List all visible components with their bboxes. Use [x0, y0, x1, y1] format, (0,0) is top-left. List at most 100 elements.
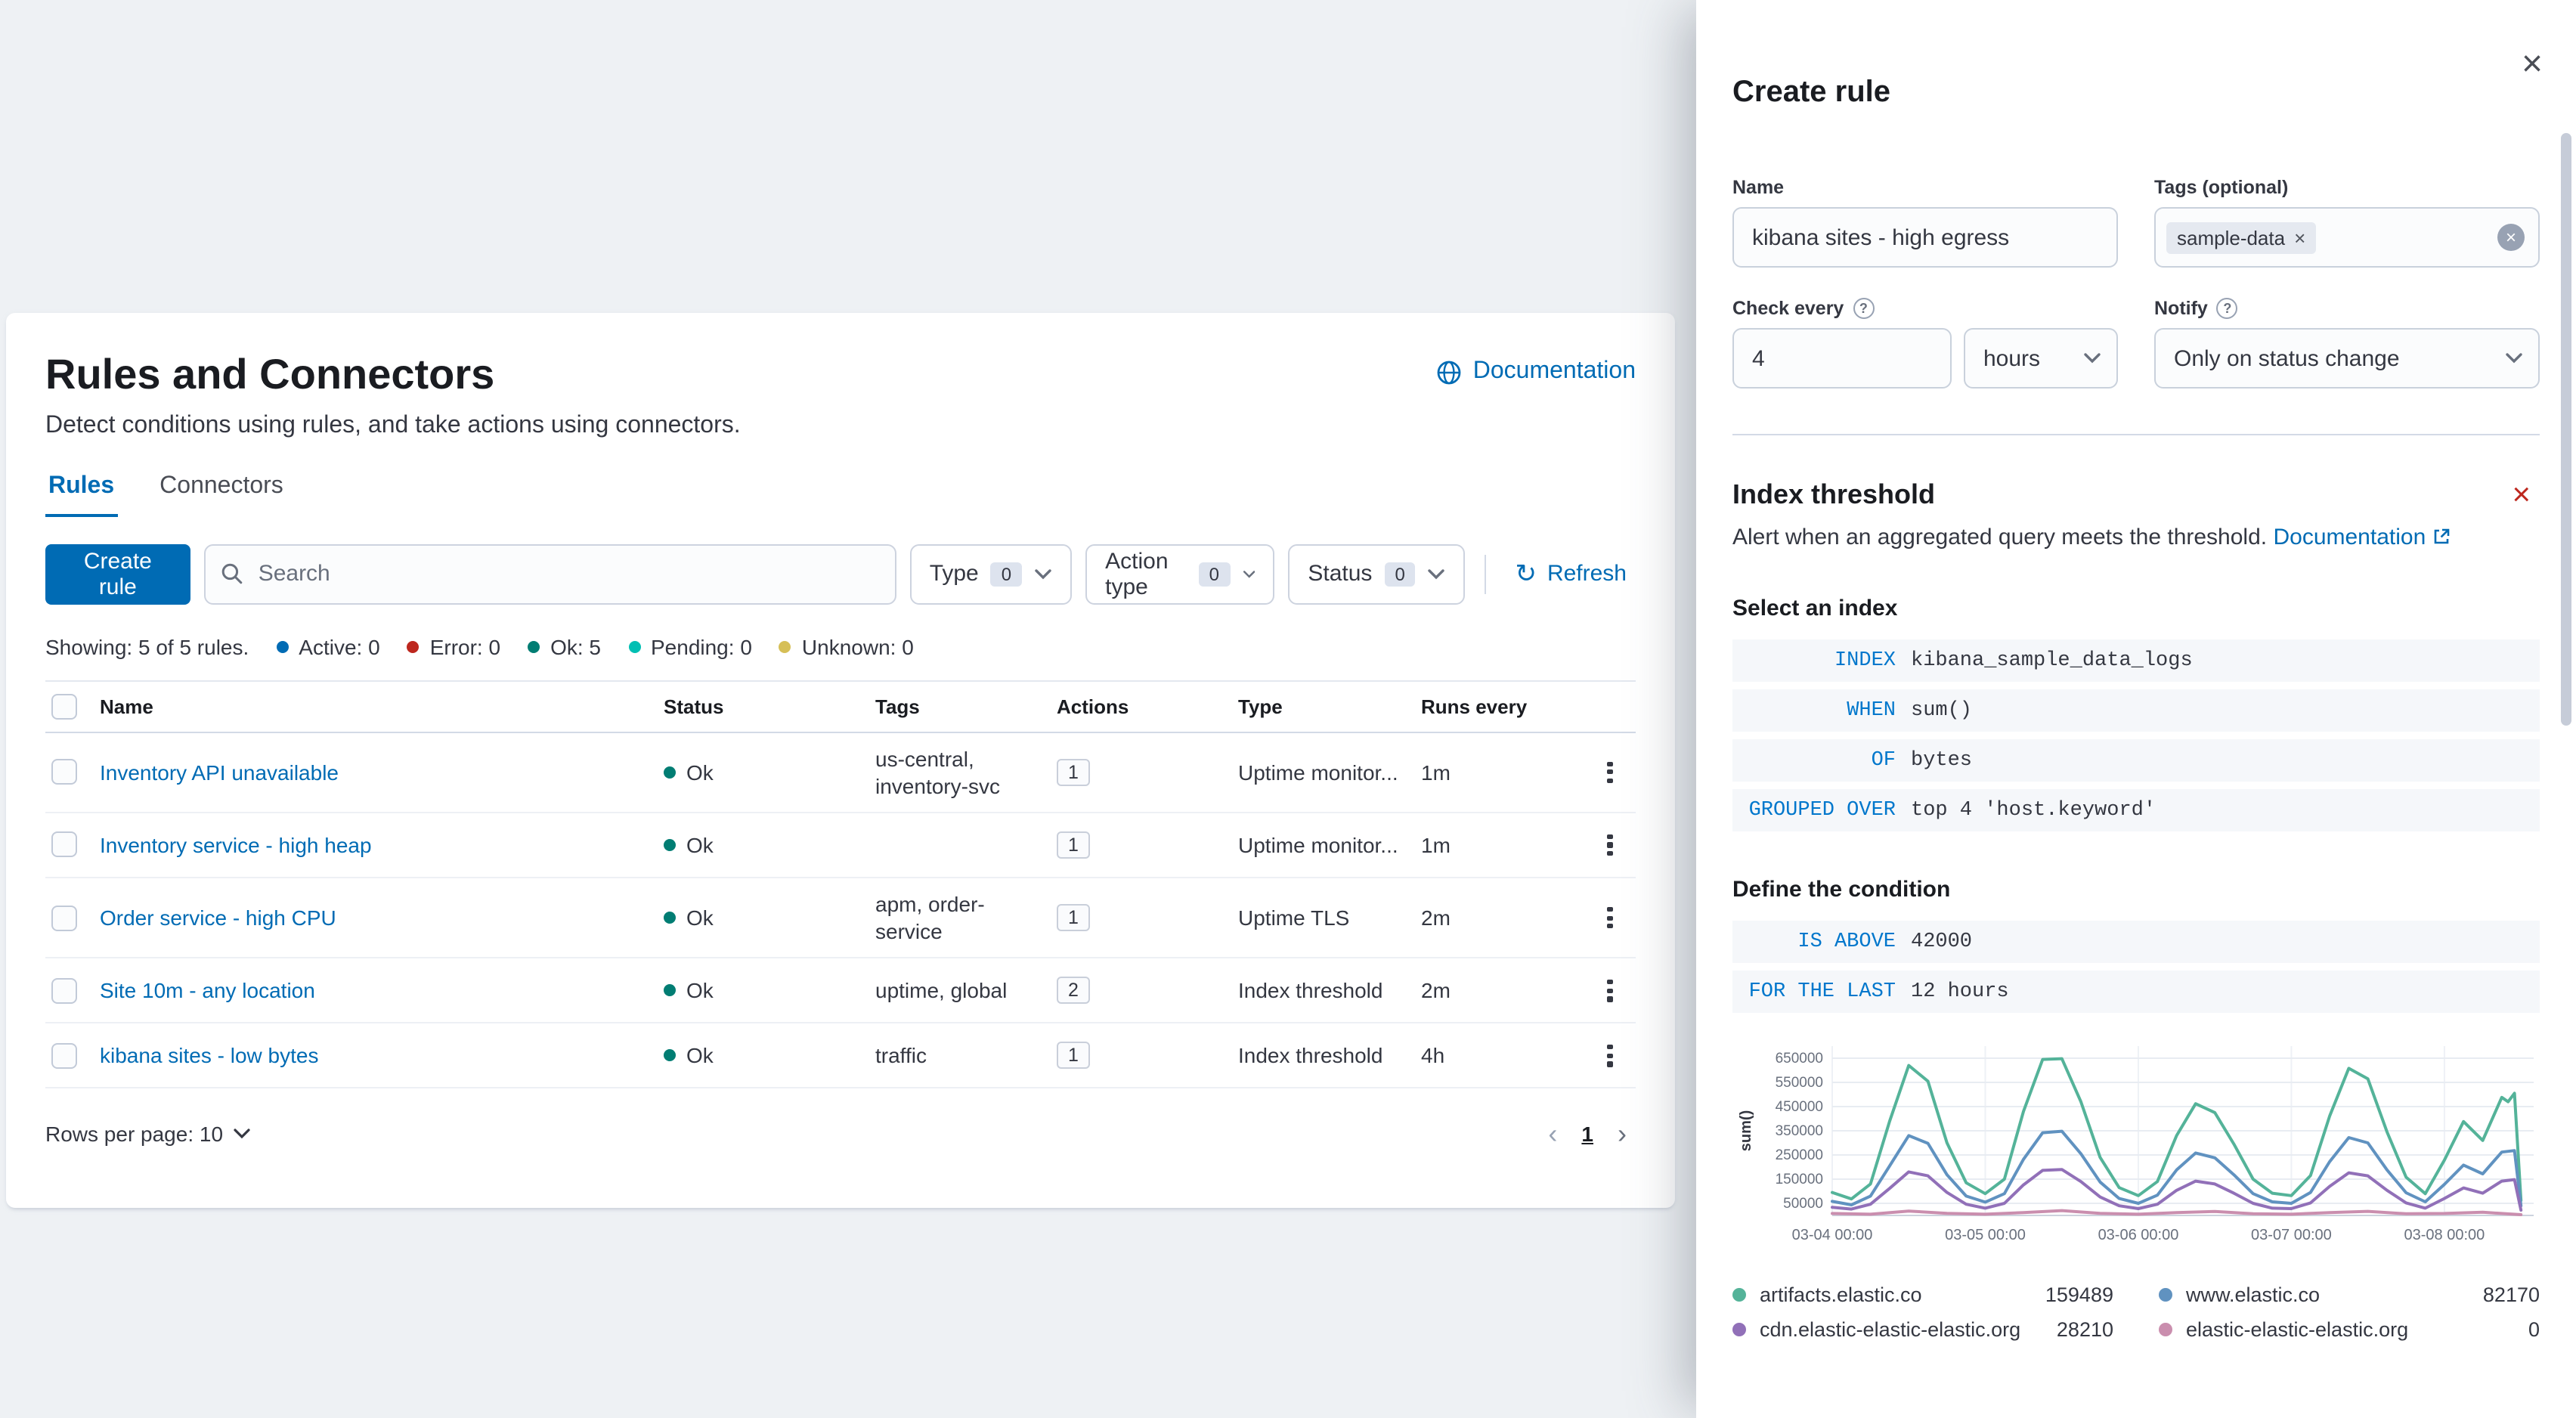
legend-dot [2159, 1323, 2172, 1336]
close-icon[interactable]: × [2513, 45, 2552, 85]
expression-value: sum() [1911, 699, 1973, 722]
filter-action-type[interactable]: Action type 0 [1085, 543, 1275, 605]
documentation-link[interactable]: Documentation [1437, 358, 1636, 385]
define-condition-heading: Define the condition [1732, 877, 1951, 903]
chevron-down-icon [1242, 570, 1255, 577]
condition-is-above[interactable]: IS ABOVE 42000 [1732, 921, 2540, 963]
row-checkbox[interactable] [51, 1042, 77, 1069]
table-row: Inventory API unavailable Ok us-central,… [45, 732, 1636, 813]
rule-status-text: Ok [686, 832, 714, 857]
create-rule-button[interactable]: Create rule [45, 543, 190, 605]
row-checkbox[interactable] [51, 905, 77, 931]
row-actions-kebab-icon[interactable] [1590, 971, 1630, 1011]
chevron-down-icon [1035, 568, 1051, 579]
rule-name-input[interactable] [1732, 207, 2118, 268]
row-checkbox[interactable] [51, 831, 77, 858]
chevron-down-icon [233, 1129, 249, 1139]
documentation-label: Documentation [1472, 358, 1636, 384]
rule-name-link[interactable]: Inventory API unavailable [100, 760, 339, 785]
rule-tags: traffic [875, 1043, 927, 1068]
next-page-icon[interactable]: › [1618, 1121, 1627, 1148]
rule-name-link[interactable]: Site 10m - any location [100, 979, 315, 1003]
condition-value: 42000 [1911, 930, 1973, 953]
check-every-label-text: Check every [1732, 298, 1844, 319]
expression-index[interactable]: INDEX kibana_sample_data_logs [1732, 639, 2540, 682]
page-subtitle: Detect conditions using rules, and take … [45, 412, 741, 438]
row-actions-kebab-icon[interactable] [1590, 753, 1630, 792]
chevron-down-icon [2506, 353, 2522, 364]
prev-page-icon[interactable]: ‹ [1548, 1121, 1557, 1148]
row-checkbox[interactable] [51, 759, 77, 785]
condition-for-the-last[interactable]: FOR THE LAST 12 hours [1732, 971, 2540, 1013]
row-actions-kebab-icon[interactable] [1590, 1036, 1630, 1076]
expression-when[interactable]: WHEN sum() [1732, 689, 2540, 732]
notify-select[interactable]: Only on status change [2154, 328, 2540, 389]
row-checkbox[interactable] [51, 977, 77, 1004]
pending-status-label: Pending: 0 [651, 634, 752, 659]
error-status-label: Error: 0 [429, 634, 501, 659]
expression-of[interactable]: OF bytes [1732, 739, 2540, 782]
actions-count-badge: 1 [1057, 831, 1090, 859]
rows-per-page-button[interactable]: Rows per page: 10 [45, 1122, 250, 1147]
rule-tags: uptime, global [875, 978, 1008, 1003]
tags-input[interactable]: sample-data × × [2154, 207, 2540, 268]
refresh-button[interactable]: ↻ Refresh [1506, 559, 1636, 588]
flyout-title: Create rule [1732, 76, 1890, 109]
help-icon[interactable]: ? [1853, 298, 1875, 319]
rows-per-page-label: Rows per page: 10 [45, 1122, 224, 1147]
expression-keyword: WHEN [1847, 699, 1896, 722]
external-link-icon [2434, 528, 2449, 544]
expression-keyword: OF [1871, 749, 1896, 772]
select-all-checkbox[interactable] [51, 693, 77, 720]
rules-table: Name Status Tags Actions Type Runs every… [45, 680, 1636, 1089]
rule-type: Uptime monitor... [1238, 760, 1398, 785]
col-header-runs-every: Runs every [1421, 695, 1528, 718]
status-pending: Pending: 0 [628, 634, 752, 658]
check-every-label: Check every ? [1732, 298, 2118, 319]
rule-type-documentation-link[interactable]: Documentation [2273, 525, 2426, 550]
chevron-down-icon [1429, 568, 1445, 579]
legend-item[interactable]: cdn.elastic-elastic-elastic.org 28210 [1732, 1318, 2113, 1341]
refresh-icon: ↻ [1515, 559, 1537, 589]
rule-name-link[interactable]: Inventory service - high heap [100, 833, 372, 857]
rule-runs-every: 2m [1421, 978, 1451, 1003]
notify-value: Only on status change [2174, 345, 2400, 371]
rule-name-link[interactable]: kibana sites - low bytes [100, 1044, 318, 1068]
rule-name-link[interactable]: Order service - high CPU [100, 906, 336, 930]
remove-rule-type-icon[interactable]: × [2503, 478, 2540, 512]
expression-grouped-over[interactable]: GROUPED OVER top 4 'host.keyword' [1732, 789, 2540, 831]
ok-status-dot [528, 640, 540, 653]
rule-type: Uptime TLS [1238, 906, 1350, 930]
name-field-group: Name [1732, 177, 2118, 268]
actions-count-badge: 2 [1057, 977, 1090, 1005]
tag-remove-icon[interactable]: × [2294, 226, 2305, 249]
table-row: kibana sites - low bytes Ok traffic 1 In… [45, 1024, 1636, 1089]
notify-label: Notify ? [2154, 298, 2540, 319]
tab-rules[interactable]: Rules [45, 463, 118, 517]
filter-type-count: 0 [990, 562, 1023, 587]
status-error: Error: 0 [407, 634, 500, 658]
check-every-value-input[interactable] [1732, 328, 1952, 389]
row-actions-kebab-icon[interactable] [1590, 898, 1630, 937]
legend-item[interactable]: www.elastic.co 82170 [2159, 1283, 2540, 1306]
legend-item[interactable]: artifacts.elastic.co 159489 [1732, 1283, 2113, 1306]
check-every-unit-select[interactable]: hours [1964, 328, 2118, 389]
active-status-label: Active: 0 [299, 634, 380, 659]
tab-connectors[interactable]: Connectors [156, 463, 286, 516]
filter-type[interactable]: Type 0 [909, 543, 1073, 605]
svg-text:550000: 550000 [1776, 1075, 1823, 1091]
rule-type: Index threshold [1238, 1043, 1383, 1068]
filter-status[interactable]: Status 0 [1288, 543, 1466, 605]
expression-list: INDEX kibana_sample_data_logs WHEN sum()… [1732, 639, 2540, 831]
page-number[interactable]: 1 [1581, 1122, 1593, 1147]
check-every-unit-value: hours [1983, 345, 2041, 371]
help-icon[interactable]: ? [2216, 298, 2238, 319]
rule-type: Uptime monitor... [1238, 832, 1398, 857]
condition-value: 12 hours [1911, 980, 2009, 1003]
legend-item[interactable]: elastic-elastic-elastic.org 0 [2159, 1318, 2540, 1341]
search-input[interactable] [255, 559, 880, 589]
clear-tags-icon[interactable]: × [2497, 224, 2525, 251]
flyout-scrollbar[interactable] [2561, 133, 2571, 726]
row-actions-kebab-icon[interactable] [1590, 825, 1630, 865]
tabs: Rules Connectors [45, 463, 1636, 517]
